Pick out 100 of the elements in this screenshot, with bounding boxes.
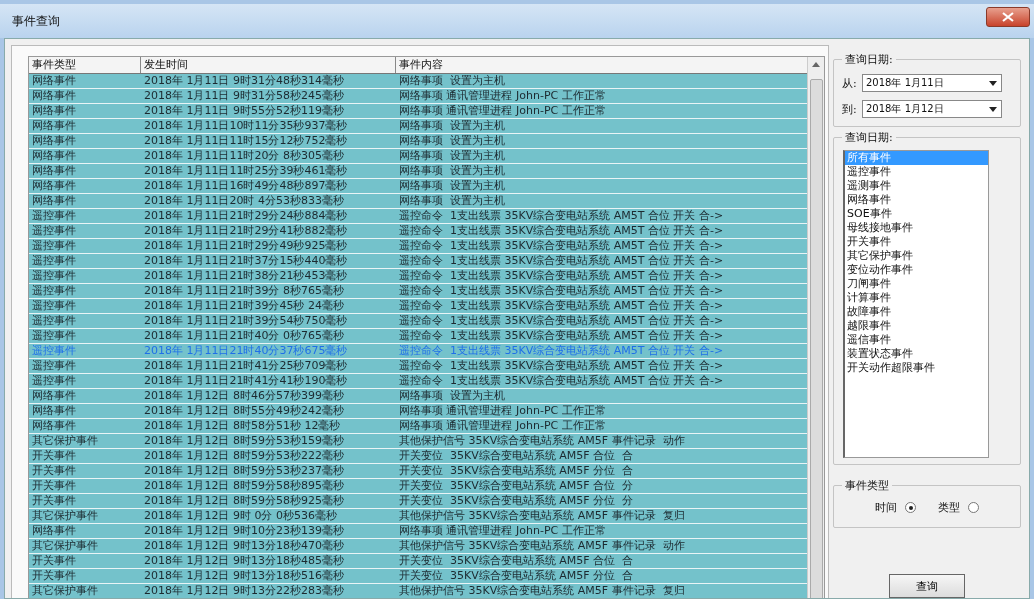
table-row[interactable]: 网络事件 2018年 1月11日 9时55分52秒119毫秒 网络事项 通讯管理进程 John-PC 工作正常 [29, 104, 807, 119]
table-row[interactable]: 遥控事件 2018年 1月11日21时40分 0秒765毫秒 遥控命令 1支出线票 35KV综合变电站系统 AM5T 合位 开关 合-> [29, 329, 807, 344]
list-item[interactable]: 越限事件 [845, 319, 891, 333]
table-cell-text: 遥控事件 [31, 239, 77, 253]
table-cell-text: 网络事件 [31, 524, 77, 538]
table-cell-text: 2018年 1月11日11时25分39秒461毫秒 [143, 164, 349, 178]
table-row[interactable]: 网络事件 2018年 1月11日11时20分 8秒305毫秒 网络事项 设置为主机 [29, 149, 807, 164]
group-title: 事件类型 [842, 478, 892, 493]
list-item[interactable]: 其它保护事件 [845, 249, 913, 263]
table-cell-text: 2018年 1月11日21时41分41秒190毫秒 [143, 374, 349, 388]
table-cell-text: 遥控事件 [31, 329, 77, 343]
table-row[interactable]: 网络事件 2018年 1月11日20时 4分53秒833毫秒 网络事项 设置为主机 [29, 194, 807, 209]
table-row[interactable]: 网络事件 2018年 1月12日 8时58分51秒 12毫秒 网络事项 通讯管理进程 John-PC 工作正常 [29, 419, 807, 434]
list-item[interactable]: 变位动作事件 [845, 263, 913, 277]
table-row[interactable]: 网络事件 2018年 1月11日 9时31分48秒314毫秒 网络事项 设置为主机 [29, 74, 807, 89]
table-row[interactable]: 遥控事件 2018年 1月11日21时29分41秒882毫秒 遥控命令 1支出线票 35KV综合变电站系统 AM5T 合位 开关 合-> [29, 224, 807, 239]
list-item[interactable]: 装置状态事件 [845, 347, 913, 361]
list-item[interactable]: 遥测事件 [845, 179, 891, 193]
table-row[interactable]: 网络事件 2018年 1月12日 8时55分49秒242毫秒 网络事项 通讯管理进程 John-PC 工作正常 [29, 404, 807, 419]
date-picker[interactable]: 2018年 1月12日 [862, 100, 1002, 118]
column-header[interactable]: 事件类型 [29, 57, 141, 73]
table-row[interactable]: 其它保护事件 2018年 1月12日 9时13分18秒470毫秒 其他保护信号 35KV综合变电站系统 AM5F 事件记录 动作 [29, 539, 807, 554]
table-cell-text: 网络事项 设置为主机 [398, 149, 506, 163]
table-row[interactable]: 网络事件 2018年 1月12日 9时10分23秒139毫秒 网络事项 通讯管理进程 John-PC 工作正常 [29, 524, 807, 539]
table-cell-text: 2018年 1月12日 9时13分22秒283毫秒 [143, 584, 345, 598]
table-cell-text: 网络事件 [31, 119, 77, 133]
table-cell-text: 2018年 1月12日 8时46分57秒399毫秒 [143, 389, 345, 403]
table-row[interactable]: 遥控事件 2018年 1月11日21时37分15秒440毫秒 遥控命令 1支出线票 35KV综合变电站系统 AM5T 合位 开关 合-> [29, 254, 807, 269]
list-item[interactable]: 网络事件 [845, 193, 891, 207]
table-row[interactable]: 网络事件 2018年 1月12日 8时46分57秒399毫秒 网络事项 设置为主机 [29, 389, 807, 404]
table-row[interactable]: 遥控事件 2018年 1月11日21时39分54秒750毫秒 遥控命令 1支出线票 35KV综合变电站系统 AM5T 合位 开关 合-> [29, 314, 807, 329]
query-button[interactable]: 查询 [889, 574, 965, 598]
table-cell-text: 网络事项 设置为主机 [398, 134, 506, 148]
window-title: 事件查询 [12, 12, 61, 30]
table-cell-text: 2018年 1月11日21时29分24秒884毫秒 [143, 209, 349, 223]
table-row[interactable]: 开关事件 2018年 1月12日 8时59分53秒237毫秒 开关变位 35KV综合变电站系统 AM5F 分位 合 [29, 464, 807, 479]
table-cell-text: 网络事项 通讯管理进程 John-PC 工作正常 [398, 524, 607, 538]
table-row[interactable]: 开关事件 2018年 1月12日 8时59分58秒925毫秒 开关变位 35KV综合变电站系统 AM5F 分位 分 [29, 494, 807, 509]
table-cell-text: 开关事件 [31, 494, 77, 508]
table-cell-text: 网络事项 通讯管理进程 John-PC 工作正常 [398, 419, 607, 433]
table-row[interactable]: 其它保护事件 2018年 1月12日 9时13分22秒283毫秒 其他保护信号 35KV综合变电站系统 AM5F 事件记录 复归 [29, 584, 807, 598]
column-header[interactable]: 发生时间 [141, 57, 396, 73]
list-item[interactable]: 开关事件 [845, 235, 891, 249]
table-cell-text: 2018年 1月11日21时38分21秒453毫秒 [143, 269, 349, 283]
table-cell-text: 遥控命令 1支出线票 35KV综合变电站系统 AM5T 合位 开关 合-> [398, 254, 725, 268]
table-row[interactable]: 遥控事件 2018年 1月11日21时41分41秒190毫秒 遥控命令 1支出线票 35KV综合变电站系统 AM5T 合位 开关 合-> [29, 374, 807, 389]
table-cell-text: 2018年 1月11日21时39分45秒 24毫秒 [143, 299, 345, 313]
table-cell-text: 遥控事件 [31, 269, 77, 283]
list-item[interactable]: 计算事件 [845, 291, 891, 305]
table-row[interactable]: 开关事件 2018年 1月12日 9时13分18秒485毫秒 开关变位 35KV综合变电站系统 AM5F 合位 合 [29, 554, 807, 569]
table-row[interactable]: 遥控事件 2018年 1月11日21时38分21秒453毫秒 遥控命令 1支出线票 35KV综合变电站系统 AM5T 合位 开关 合-> [29, 269, 807, 284]
table-row[interactable]: 其它保护事件 2018年 1月12日 8时59分53秒159毫秒 其他保护信号 35KV综合变电站系统 AM5F 事件记录 动作 [29, 434, 807, 449]
table-cell-text: 2018年 1月11日21时29分49秒925毫秒 [143, 239, 349, 253]
table-row[interactable]: 开关事件 2018年 1月12日 9时13分18秒516毫秒 开关变位 35KV综合变电站系统 AM5F 分位 合 [29, 569, 807, 584]
table-cell-text: 2018年 1月12日 9时10分23秒139毫秒 [143, 524, 345, 538]
table-cell-text: 开关变位 35KV综合变电站系统 AM5F 合位 合 [398, 449, 635, 463]
table-cell-text: 网络事项 设置为主机 [398, 194, 506, 208]
table-cell-text: 遥控命令 1支出线票 35KV综合变电站系统 AM5T 合位 开关 合-> [398, 224, 725, 238]
table-cell-text: 2018年 1月12日 9时 0分 0秒536毫秒 [143, 509, 338, 523]
table-cell-text: 其它保护事件 [31, 539, 99, 553]
table-row[interactable]: 网络事件 2018年 1月11日11时15分12秒752毫秒 网络事项 设置为主机 [29, 134, 807, 149]
list-item[interactable]: SOE事件 [845, 207, 892, 221]
list-item[interactable]: 遥信事件 [845, 333, 891, 347]
table-cell-text: 2018年 1月11日20时 4分53秒833毫秒 [143, 194, 345, 208]
table-cell-text: 遥控命令 1支出线票 35KV综合变电站系统 AM5T 合位 开关 合-> [398, 299, 725, 313]
list-item[interactable]: 故障事件 [845, 305, 891, 319]
table-row[interactable]: 遥控事件 2018年 1月11日21时39分45秒 24毫秒 遥控命令 1支出线票 35KV综合变电站系统 AM5T 合位 开关 合-> [29, 299, 807, 314]
list-item[interactable]: 母线接地事件 [845, 221, 913, 235]
column-header[interactable]: 事件内容 [396, 57, 806, 73]
date-picker[interactable]: 2018年 1月11日 [862, 74, 1002, 92]
table-cell-text: 2018年 1月12日 9时13分18秒485毫秒 [143, 554, 345, 568]
table-row[interactable]: 开关事件 2018年 1月12日 8时59分53秒222毫秒 开关变位 35KV综合变电站系统 AM5F 合位 合 [29, 449, 807, 464]
table-row[interactable]: 其它保护事件 2018年 1月12日 9时 0分 0秒536毫秒 其他保护信号 35KV综合变电站系统 AM5F 事件记录 复归 [29, 509, 807, 524]
table-cell-text: 遥控事件 [31, 284, 77, 298]
table-cell-text: 其他保护信号 35KV综合变电站系统 AM5F 事件记录 动作 [398, 539, 686, 553]
table-cell-text: 网络事项 通讯管理进程 John-PC 工作正常 [398, 404, 607, 418]
list-item[interactable]: 开关动作超限事件 [845, 361, 935, 375]
radio-label: 时间 [875, 500, 897, 515]
table-cell-text: 遥控事件 [31, 344, 77, 358]
table-row[interactable]: 网络事件 2018年 1月11日 9时31分58秒245毫秒 网络事项 通讯管理进程 John-PC 工作正常 [29, 89, 807, 104]
table-cell-text: 2018年 1月11日11时20分 8秒305毫秒 [143, 149, 345, 163]
table-row[interactable]: 开关事件 2018年 1月12日 8时59分58秒895毫秒 开关变位 35KV综合变电站系统 AM5F 合位 分 [29, 479, 807, 494]
table-row[interactable]: 网络事件 2018年 1月11日16时49分48秒897毫秒 网络事项 设置为主机 [29, 179, 807, 194]
table-row[interactable]: 遥控事件 2018年 1月11日21时29分49秒925毫秒 遥控命令 1支出线票 35KV综合变电站系统 AM5T 合位 开关 合-> [29, 239, 807, 254]
list-item[interactable]: 刀闸事件 [845, 277, 891, 291]
table-cell-text: 遥控命令 1支出线票 35KV综合变电站系统 AM5T 合位 开关 合-> [398, 239, 725, 253]
table-row[interactable]: 遥控事件 2018年 1月11日21时29分24秒884毫秒 遥控命令 1支出线票 35KV综合变电站系统 AM5T 合位 开关 合-> [29, 209, 807, 224]
table-cell-text: 2018年 1月11日21时40分 0秒765毫秒 [143, 329, 345, 343]
from-label: 从: [842, 75, 858, 91]
table-row[interactable]: 遥控事件 2018年 1月11日21时41分25秒709毫秒 遥控命令 1支出线票 35KV综合变电站系统 AM5T 合位 开关 合-> [29, 359, 807, 374]
table-cell-text: 遥控命令 1支出线票 35KV综合变电站系统 AM5T 合位 开关 合-> [398, 329, 725, 343]
table-cell-text: 网络事件 [31, 164, 77, 178]
list-item[interactable]: 遥控事件 [845, 165, 891, 179]
table-cell-text: 遥控事件 [31, 224, 77, 238]
table-row[interactable]: 网络事件 2018年 1月11日11时25分39秒461毫秒 网络事项 设置为主机 [29, 164, 807, 179]
table-cell-text: 2018年 1月11日21时29分41秒882毫秒 [143, 224, 349, 238]
table-cell-text: 2018年 1月12日 8时55分49秒242毫秒 [143, 404, 345, 418]
table-row[interactable]: 网络事件 2018年 1月11日10时11分35秒937毫秒 网络事项 设置为主机 [29, 119, 807, 134]
table-row[interactable]: 遥控事件 2018年 1月11日21时39分 8秒765毫秒 遥控命令 1支出线票 35KV综合变电站系统 AM5T 合位 开关 合-> [29, 284, 807, 299]
table-cell-text: 2018年 1月11日16时49分48秒897毫秒 [143, 179, 349, 193]
